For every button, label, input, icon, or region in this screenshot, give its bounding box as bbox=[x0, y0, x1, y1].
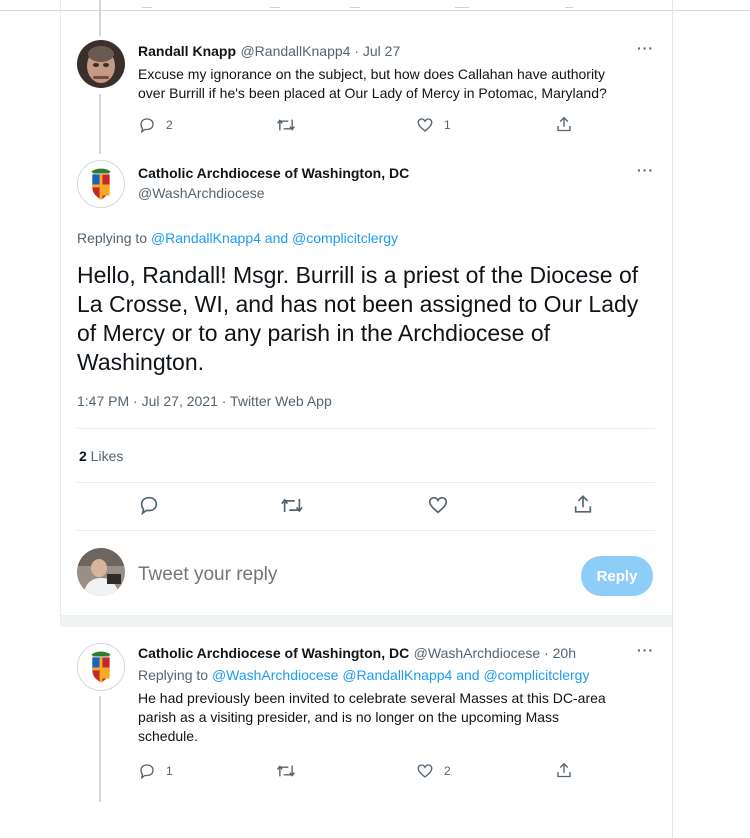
retweet-icon bbox=[276, 119, 296, 131]
tweet-text: Excuse my ignorance on the subject, but … bbox=[138, 65, 658, 103]
section-separator bbox=[61, 615, 672, 627]
reply-icon bbox=[140, 118, 154, 134]
divider bbox=[77, 530, 655, 531]
main-tweet-text: Hello, Randall! Msgr. Burrill is a pries… bbox=[77, 261, 667, 377]
retweet-button[interactable] bbox=[280, 495, 304, 516]
divider bbox=[77, 428, 655, 429]
more-options-button[interactable]: ··· bbox=[637, 642, 654, 658]
like-count: 2 bbox=[444, 764, 451, 778]
author-name[interactable]: Catholic Archdiocese of Washington, DC bbox=[138, 645, 409, 661]
randall-avatar-image bbox=[77, 40, 125, 88]
like-icon bbox=[428, 496, 448, 514]
replying-to: Replying to @WashArchdiocese @RandallKna… bbox=[138, 667, 589, 683]
reply-button[interactable]: 2 bbox=[138, 116, 173, 134]
author-name[interactable]: Randall Knapp bbox=[138, 43, 236, 59]
tweet-text-line: Excuse my ignorance on the subject, but … bbox=[138, 66, 605, 82]
avatar[interactable] bbox=[77, 40, 125, 88]
more-options-button[interactable]: ··· bbox=[637, 162, 654, 178]
thread-connector bbox=[99, 94, 101, 154]
tweet-text-line: Washington. bbox=[77, 349, 204, 375]
author-handle-date[interactable]: @WashArchdiocese · 20h bbox=[414, 645, 576, 661]
archdiocese-coat-of-arms-icon bbox=[78, 161, 124, 207]
retweet-icon bbox=[276, 765, 296, 777]
reply-submit-button[interactable]: Reply bbox=[581, 556, 653, 596]
tweet-reply-input[interactable] bbox=[138, 561, 558, 589]
tweet-text-line: Hello, Randall! Msgr. Burrill is a pries… bbox=[77, 262, 639, 288]
like-count: 1 bbox=[444, 118, 451, 132]
like-button[interactable] bbox=[427, 494, 449, 516]
timeline-right-border bbox=[672, 0, 673, 838]
likes-label: Likes bbox=[86, 448, 124, 464]
retweet-button[interactable] bbox=[276, 762, 306, 780]
avatar[interactable] bbox=[77, 160, 125, 208]
author-handle[interactable]: @WashArchdiocese bbox=[138, 185, 409, 201]
tweet-header: Catholic Archdiocese of Washington, DC @… bbox=[138, 645, 576, 663]
share-icon bbox=[557, 116, 571, 132]
divider bbox=[77, 482, 655, 483]
reply-button[interactable]: 1 bbox=[138, 762, 173, 780]
replying-to-prefix: Replying to bbox=[77, 230, 151, 246]
avatar bbox=[77, 548, 125, 596]
replying-to-link[interactable]: @RandallKnapp4 and @complicitclergy bbox=[151, 230, 398, 246]
likes-stat[interactable]: 2 Likes bbox=[79, 448, 123, 464]
archdiocese-coat-of-arms-icon bbox=[78, 644, 124, 690]
like-icon bbox=[417, 764, 433, 778]
tweet-text-line: schedule. bbox=[138, 728, 198, 744]
share-icon bbox=[574, 495, 592, 513]
replying-to-link[interactable]: @WashArchdiocese @RandallKnapp4 and @com… bbox=[212, 667, 590, 683]
share-button[interactable] bbox=[555, 761, 573, 780]
tweet-text-line: parish as a visiting presider, and is no… bbox=[138, 709, 560, 725]
reply-icon bbox=[140, 764, 154, 780]
retweet-button[interactable] bbox=[276, 116, 306, 134]
avatar[interactable] bbox=[77, 643, 125, 691]
tweet-text-line: over Burrill if he's been placed at Our … bbox=[138, 85, 607, 101]
thread-connector bbox=[99, 696, 101, 802]
like-button[interactable]: 2 bbox=[416, 762, 451, 780]
author-handle-date[interactable]: @RandallKnapp4 · Jul 27 bbox=[240, 43, 400, 59]
reply-count: 2 bbox=[166, 118, 173, 132]
replying-to: Replying to @RandallKnapp4 and @complici… bbox=[77, 230, 398, 246]
share-icon bbox=[557, 762, 571, 778]
like-button[interactable]: 1 bbox=[416, 116, 451, 134]
share-button[interactable] bbox=[572, 493, 594, 516]
like-icon bbox=[417, 118, 433, 132]
more-options-button[interactable]: ··· bbox=[637, 40, 654, 56]
reply-count: 1 bbox=[166, 764, 173, 778]
timeline-left-border bbox=[60, 0, 61, 625]
replying-to-prefix: Replying to bbox=[138, 667, 212, 683]
tweet-text-line: He had previously been invited to celebr… bbox=[138, 690, 606, 706]
tweet-text-line: of Mercy or to any parish in the Archdio… bbox=[77, 320, 551, 346]
likes-count: 2 bbox=[79, 448, 87, 464]
tweet-timestamp[interactable]: 1:47 PM · Jul 27, 2021 · Twitter Web App bbox=[77, 393, 332, 409]
retweet-icon bbox=[281, 498, 303, 513]
tweet-text: He had previously been invited to celebr… bbox=[138, 689, 658, 746]
main-tweet-header: Catholic Archdiocese of Washington, DC @… bbox=[138, 165, 409, 201]
reply-button[interactable] bbox=[138, 494, 160, 516]
tweet-text-line: La Crosse, WI, and has not been assigned… bbox=[77, 291, 639, 317]
author-name[interactable]: Catholic Archdiocese of Washington, DC bbox=[138, 165, 409, 181]
cutoff-action-row bbox=[140, 0, 580, 8]
tweet-header: Randall Knapp @RandallKnapp4 · Jul 27 bbox=[138, 43, 400, 61]
cutoff-icons bbox=[142, 7, 573, 8]
reply-icon bbox=[140, 496, 158, 516]
thread-connector bbox=[99, 0, 101, 36]
share-button[interactable] bbox=[555, 115, 573, 134]
current-user-avatar-image bbox=[77, 548, 125, 596]
